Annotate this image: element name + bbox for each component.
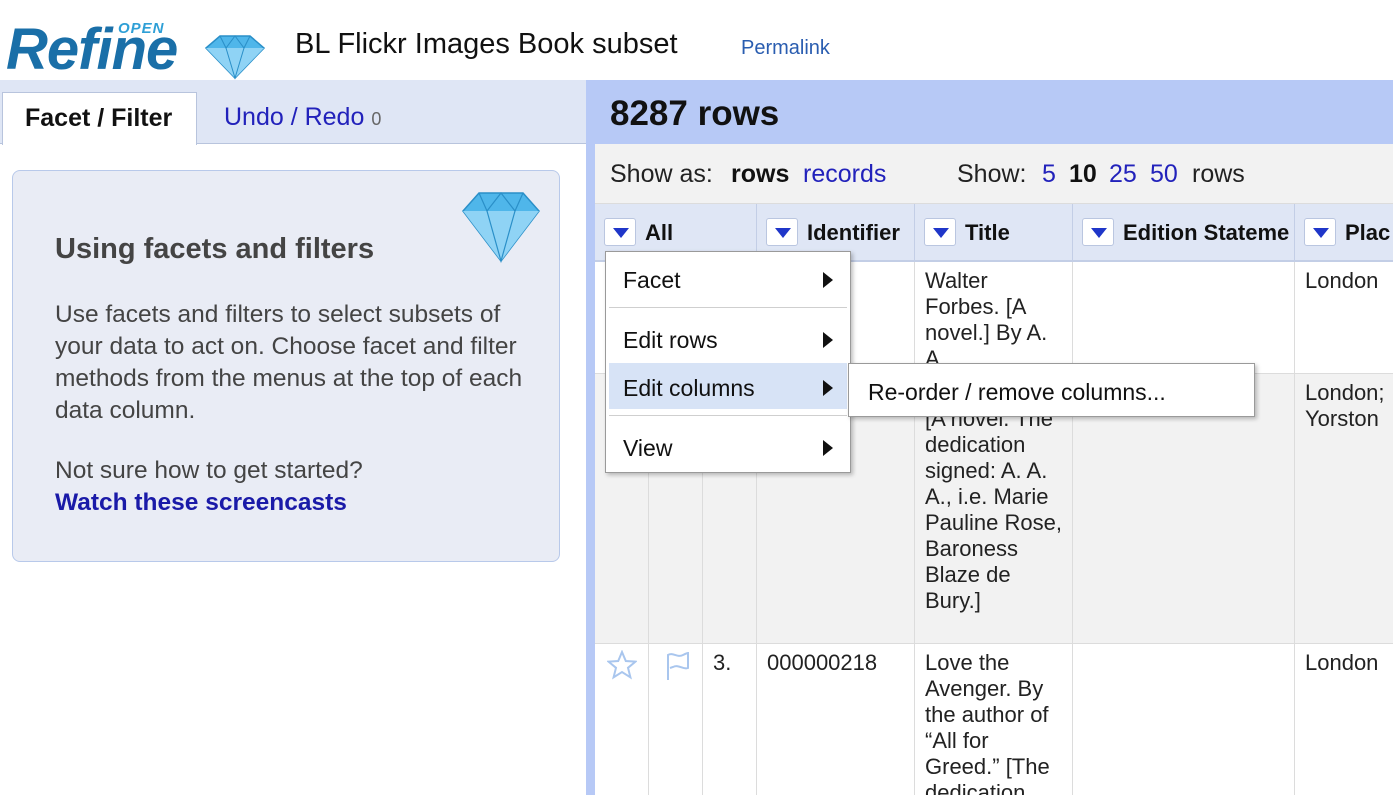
submenu-arrow-icon xyxy=(823,332,833,348)
menu-item-label: Edit columns xyxy=(623,375,755,401)
app-header: Refine OPEN BL Flickr Images Book subset… xyxy=(0,0,1393,80)
menu-item-reorder-remove-columns[interactable]: Re-order / remove columns... xyxy=(852,367,1252,413)
menu-separator xyxy=(609,415,847,416)
undo-count: 0 xyxy=(371,109,382,129)
project-title[interactable]: BL Flickr Images Book subset xyxy=(295,28,678,61)
column-header-label: Plac xyxy=(1345,220,1391,245)
menu-item-label: Edit rows xyxy=(623,327,718,353)
show-as-label: Show as: xyxy=(610,160,713,188)
column-menu-dropdown[interactable] xyxy=(1304,218,1336,246)
column-header-place[interactable]: Plac xyxy=(1295,204,1393,262)
menu-item-view[interactable]: View xyxy=(609,423,847,469)
rows-suffix: rows xyxy=(1192,160,1245,188)
flag-cell[interactable] xyxy=(649,644,703,795)
help-question: Not sure how to get started? xyxy=(55,457,363,484)
row-index-cell: 3. xyxy=(703,644,757,795)
page-size-5[interactable]: 5 xyxy=(1042,160,1056,189)
page-size-25[interactable]: 25 xyxy=(1109,160,1137,189)
left-panel: Facet / Filter Undo / Redo 0 Using facet… xyxy=(0,80,586,795)
place-cell[interactable]: London xyxy=(1295,262,1393,373)
table-row: 3. 000000218 Love the Avenger. By the au… xyxy=(595,644,1393,795)
menu-item-edit-columns[interactable]: Edit columns xyxy=(609,363,847,409)
tab-undo-redo[interactable]: Undo / Redo 0 xyxy=(202,92,403,145)
column-header-label: Title xyxy=(965,220,1010,245)
page-size-50[interactable]: 50 xyxy=(1150,160,1178,189)
menu-item-edit-rows[interactable]: Edit rows xyxy=(609,315,847,361)
screencasts-link[interactable]: Watch these screencasts xyxy=(55,489,347,517)
tab-facet-filter[interactable]: Facet / Filter xyxy=(2,92,197,145)
column-menu-dropdown[interactable] xyxy=(766,218,798,246)
place-cell[interactable]: London; Yorston xyxy=(1295,374,1393,643)
edit-columns-submenu: Re-order / remove columns... xyxy=(848,363,1255,417)
openrefine-logo[interactable]: Refine OPEN xyxy=(6,18,266,80)
rows-count: 8287 rows xyxy=(610,94,780,133)
column-header-label: All xyxy=(645,220,674,245)
diamond-icon xyxy=(204,35,266,80)
identifier-cell[interactable]: 000000218 xyxy=(757,644,915,795)
column-header-title[interactable]: Title xyxy=(915,204,1073,262)
edition-cell[interactable] xyxy=(1073,644,1295,795)
column-header-edition-statement[interactable]: Edition Statemer xyxy=(1073,204,1295,262)
submenu-arrow-icon xyxy=(823,272,833,288)
column-menu-dropdown[interactable] xyxy=(604,218,636,246)
help-text: Use facets and filters to select subsets… xyxy=(55,301,523,424)
menu-separator xyxy=(609,307,847,308)
place-cell[interactable]: London xyxy=(1295,644,1393,795)
show-as-records[interactable]: records xyxy=(803,160,886,189)
menu-item-label: Facet xyxy=(623,267,681,293)
permalink-link[interactable]: Permalink xyxy=(741,37,830,60)
title-cell[interactable]: Love the Avenger. By the author of “All … xyxy=(915,644,1073,795)
facet-help-box: Using facets and filters Use facets and … xyxy=(12,170,560,562)
column-header-label: Edition Statemer xyxy=(1123,220,1289,245)
show-as-rows[interactable]: rows xyxy=(731,160,789,189)
column-header-label: Identifier xyxy=(807,220,900,245)
column-dropdown-menu: Facet Edit rows Edit columns View xyxy=(605,251,851,473)
column-menu-dropdown[interactable] xyxy=(924,218,956,246)
title-cell[interactable]: Walter Forbes. [A novel.] By A. A xyxy=(915,262,1073,373)
star-cell[interactable] xyxy=(595,644,649,795)
left-tabs: Facet / Filter Undo / Redo 0 xyxy=(0,80,586,145)
help-title: Using facets and filters xyxy=(55,233,375,265)
star-icon[interactable] xyxy=(605,649,639,680)
show-label: Show: xyxy=(957,160,1027,188)
menu-item-facet[interactable]: Facet xyxy=(609,255,847,301)
tab-undo-redo-label: Undo / Redo xyxy=(224,103,365,131)
page-size-10[interactable]: 10 xyxy=(1069,160,1097,189)
flag-icon[interactable] xyxy=(661,650,693,682)
menu-item-label: View xyxy=(623,435,673,461)
view-options-bar: Show as: rows records Show: 5 10 25 50 r… xyxy=(595,144,1393,204)
edition-cell[interactable] xyxy=(1073,262,1295,373)
rows-summary-bar: 8287 rows xyxy=(586,80,1393,144)
column-menu-dropdown[interactable] xyxy=(1082,218,1114,246)
logo-badge: OPEN xyxy=(118,20,165,37)
submenu-arrow-icon xyxy=(823,440,833,456)
tab-facet-filter-label: Facet / Filter xyxy=(25,104,173,132)
diamond-icon xyxy=(462,192,540,264)
panel-divider xyxy=(586,80,595,795)
submenu-arrow-icon xyxy=(823,380,833,396)
